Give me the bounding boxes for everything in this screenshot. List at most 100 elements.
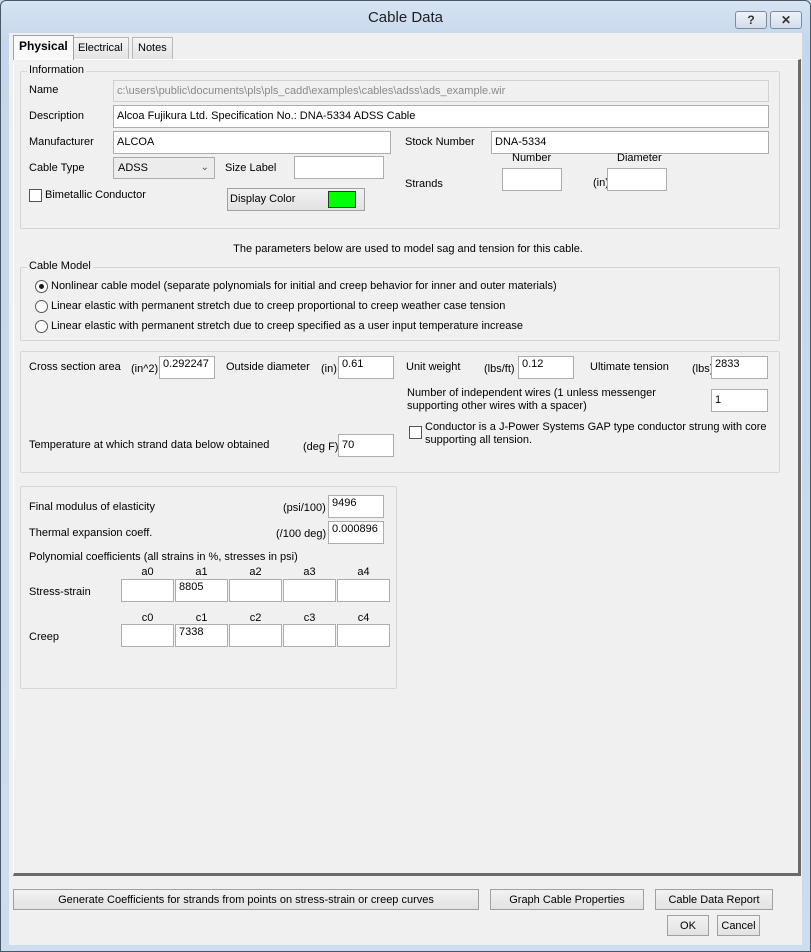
creep-c0-field[interactable] [121, 624, 174, 647]
cross-section-field[interactable]: 0.292247 [159, 356, 215, 379]
cable-model-group-label: Cable Model [27, 260, 93, 272]
header-a2: a2 [249, 566, 262, 578]
close-icon: ✕ [780, 13, 792, 27]
strands-diameter-field[interactable] [607, 168, 667, 191]
description-field[interactable]: Alcoa Fujikura Ltd. Specification No.: D… [113, 105, 769, 128]
stress-a2-field[interactable] [229, 579, 282, 602]
radio-nonlinear-label: Nonlinear cable model (separate polynomi… [51, 280, 557, 292]
creep-c4-field[interactable] [337, 624, 390, 647]
cable-model-group: Cable Model Nonlinear cable model (separ… [20, 260, 780, 341]
modulus-label: Final modulus of elasticity [29, 501, 155, 513]
modulus-unit: (psi/100) [283, 502, 326, 514]
display-color-label: Display Color [230, 193, 296, 205]
creep-c2-field[interactable] [229, 624, 282, 647]
description-label: Description [29, 110, 85, 122]
header-a3: a3 [303, 566, 316, 578]
creep-label: Creep [29, 631, 59, 643]
header-c3: c3 [303, 612, 316, 624]
cross-section-unit: (in^2) [131, 363, 159, 375]
information-group: Information Name c:\users\public\documen… [20, 64, 780, 229]
outside-diameter-unit: (in) [321, 363, 337, 375]
information-group-label: Information [27, 64, 87, 76]
graph-cable-properties-button[interactable]: Graph Cable Properties [490, 889, 644, 910]
stress-a4-field[interactable] [337, 579, 390, 602]
model-note: The parameters below are used to model s… [233, 243, 583, 255]
outside-diameter-field[interactable]: 0.61 [338, 356, 394, 379]
radio-linear-creep-tension[interactable] [35, 300, 48, 313]
physical-tab-page: Information Name c:\users\public\documen… [13, 59, 801, 876]
independent-wires-field[interactable]: 1 [711, 389, 768, 412]
tab-physical[interactable]: Physical [13, 35, 74, 60]
temperature-field[interactable]: 70 [338, 434, 394, 457]
help-button[interactable]: ? [735, 11, 767, 29]
ok-button[interactable]: OK [667, 915, 709, 936]
polynomial-label: Polynomial coefficients (all strains in … [29, 551, 298, 563]
gap-conductor-checkbox[interactable] [409, 426, 422, 439]
cross-section-label: Cross section area [29, 361, 121, 373]
help-icon: ? [747, 13, 755, 27]
cable-type-label: Cable Type [29, 162, 85, 174]
independent-wires-label-2: supporting other wires with a spacer) [407, 400, 587, 412]
ultimate-tension-field[interactable]: 2833 [711, 356, 768, 379]
title-bar: Cable Data ? ✕ [1, 1, 810, 33]
radio-linear-creep-tension-label: Linear elastic with permanent stretch du… [51, 300, 506, 312]
dialog-title: Cable Data [367, 9, 444, 26]
radio-linear-temperature-label: Linear elastic with permanent stretch du… [51, 320, 524, 332]
manufacturer-label: Manufacturer [29, 136, 94, 148]
header-c1: c1 [195, 612, 208, 624]
header-a0: a0 [141, 566, 154, 578]
unit-weight-label: Unit weight [406, 361, 461, 373]
generate-coefficients-button[interactable]: Generate Coefficients for strands from p… [13, 889, 479, 910]
bimetallic-label: Bimetallic Conductor [45, 189, 146, 201]
gap-conductor-label-1: Conductor is a J-Power Systems GAP type … [425, 421, 767, 433]
stress-a0-field[interactable] [121, 579, 174, 602]
header-c0: c0 [141, 612, 154, 624]
bimetallic-checkbox[interactable] [29, 189, 42, 202]
dialog-client: Physical Electrical Notes Information Na… [9, 33, 802, 945]
close-button[interactable]: ✕ [770, 11, 802, 29]
stock-number-field[interactable]: DNA-5334 [491, 131, 769, 154]
header-c2: c2 [249, 612, 262, 624]
gap-conductor-label-2: supporting all tension. [425, 434, 533, 446]
radio-linear-temperature[interactable] [35, 320, 48, 333]
color-swatch [328, 191, 356, 208]
outside-diameter-label: Outside diameter [226, 361, 310, 373]
creep-c3-field[interactable] [283, 624, 336, 647]
display-color-button[interactable]: Display Color [227, 188, 365, 211]
stress-a1-field[interactable]: 8805 [175, 579, 228, 602]
modulus-field[interactable]: 9496 [328, 495, 384, 518]
chevron-down-icon: ⌄ [200, 162, 209, 173]
name-label: Name [29, 84, 59, 96]
stock-number-label: Stock Number [405, 136, 475, 148]
header-c4: c4 [357, 612, 370, 624]
strands-diameter-header: Diameter [617, 152, 662, 164]
cable-data-report-button[interactable]: Cable Data Report [655, 889, 773, 910]
tab-electrical[interactable]: Electrical [72, 37, 129, 59]
tab-notes[interactable]: Notes [132, 37, 173, 59]
temperature-label: Temperature at which strand data below o… [29, 439, 270, 451]
thermal-unit: (/100 deg) [276, 528, 327, 540]
properties-group: Cross section area (in^2) 0.292247 Outsi… [20, 351, 780, 473]
size-label-field[interactable] [294, 156, 384, 179]
size-label-label: Size Label [225, 162, 277, 174]
independent-wires-label-1: Number of independent wires (1 unless me… [407, 387, 656, 399]
temperature-unit: (deg F) [303, 441, 339, 453]
creep-c1-field[interactable]: 7338 [175, 624, 228, 647]
radio-nonlinear-model[interactable] [35, 280, 48, 293]
stress-strain-label: Stress-strain [29, 586, 91, 598]
thermal-field[interactable]: 0.000896 [328, 521, 384, 544]
header-a4: a4 [357, 566, 370, 578]
ultimate-tension-label: Ultimate tension [590, 361, 669, 373]
cancel-button[interactable]: Cancel [717, 915, 760, 936]
strands-number-field[interactable] [502, 168, 562, 191]
cable-data-dialog: Cable Data ? ✕ Physical Electrical Notes… [0, 0, 811, 952]
stress-a3-field[interactable] [283, 579, 336, 602]
strands-number-header: Number [512, 152, 552, 164]
strand-group: Final modulus of elasticity (psi/100) 94… [20, 486, 397, 689]
manufacturer-field[interactable]: ALCOA [113, 131, 391, 154]
thermal-label: Thermal expansion coeff. [29, 527, 153, 539]
header-a1: a1 [195, 566, 208, 578]
cable-type-select[interactable]: ADSS ⌄ [113, 157, 215, 179]
unit-weight-field[interactable]: 0.12 [518, 356, 574, 379]
name-field[interactable]: c:\users\public\documents\pls\pls_cadd\e… [113, 80, 769, 102]
